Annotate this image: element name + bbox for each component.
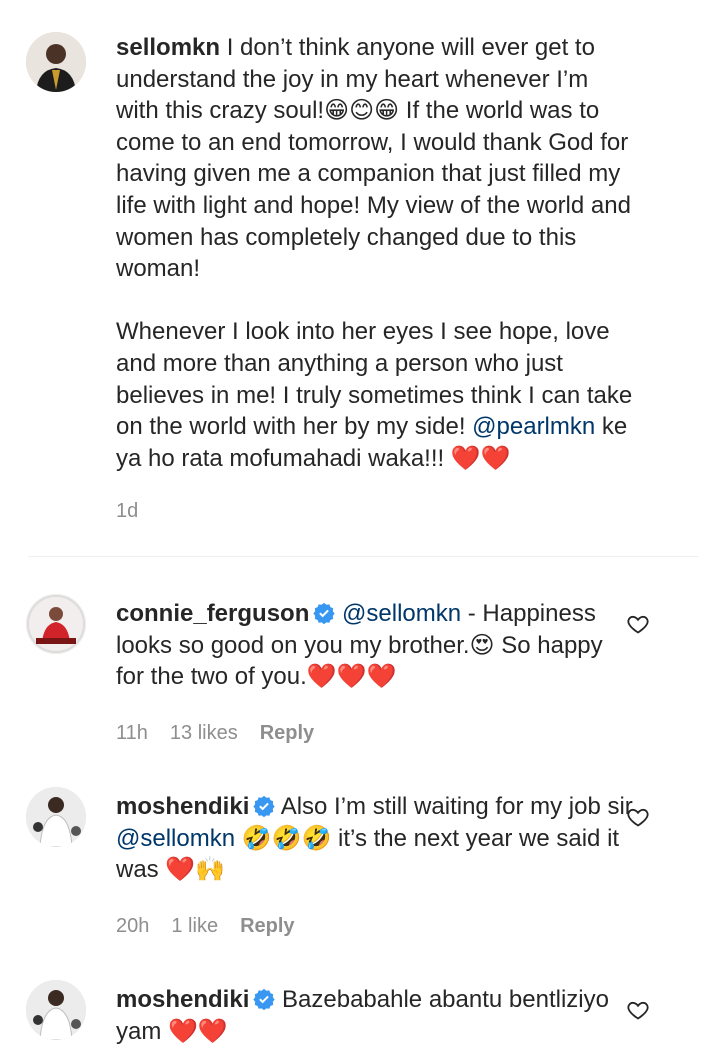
heart-outline-icon[interactable] xyxy=(626,612,650,636)
comment-meta: 11h 13 likes Reply xyxy=(116,722,336,745)
mention-link[interactable]: @pearlmkn xyxy=(472,413,595,440)
heart-outline-icon[interactable] xyxy=(626,998,650,1022)
timestamp: 20h xyxy=(116,915,150,937)
comment-paragraph: Also I’m still waiting for my job sir xyxy=(280,793,633,820)
avatar[interactable] xyxy=(26,594,86,654)
mention-link[interactable]: @sellomkn xyxy=(342,600,461,627)
comment-text: moshendiki Also I’m still waiting for my… xyxy=(116,791,636,886)
comment-text: connie_ferguson @sellomkn - Happiness lo… xyxy=(116,598,636,693)
reply-button[interactable]: Reply xyxy=(260,722,314,744)
avatar[interactable] xyxy=(26,32,86,92)
username[interactable]: moshendiki xyxy=(116,986,249,1013)
likes-count[interactable]: 1 like xyxy=(171,915,218,937)
likes-count[interactable]: 13 likes xyxy=(170,722,238,744)
verified-badge-icon xyxy=(253,988,275,1010)
verified-badge-icon xyxy=(313,602,335,624)
comment-text: moshendiki Bazebabahle abantu bentliziyo… xyxy=(116,984,636,1047)
comment-meta: 20h 1 like Reply xyxy=(116,915,317,938)
mention-link[interactable]: @sellomkn xyxy=(116,825,235,852)
comment-paragraph: I don’t think anyone will ever get to un… xyxy=(116,34,631,283)
comment-meta: 1d xyxy=(116,500,160,523)
divider xyxy=(28,556,698,557)
heart-outline-icon[interactable] xyxy=(626,805,650,829)
avatar[interactable] xyxy=(26,980,86,1040)
comment-text: sellomkn I don’t think anyone will ever … xyxy=(116,32,636,474)
username[interactable]: moshendiki xyxy=(116,793,249,820)
reply-button[interactable]: Reply xyxy=(240,915,294,937)
timestamp: 1d xyxy=(116,500,139,522)
timestamp: 11h xyxy=(116,722,148,744)
verified-badge-icon xyxy=(253,795,275,817)
username[interactable]: connie_ferguson xyxy=(116,600,309,627)
username[interactable]: sellomkn xyxy=(116,34,220,61)
avatar[interactable] xyxy=(26,787,86,847)
